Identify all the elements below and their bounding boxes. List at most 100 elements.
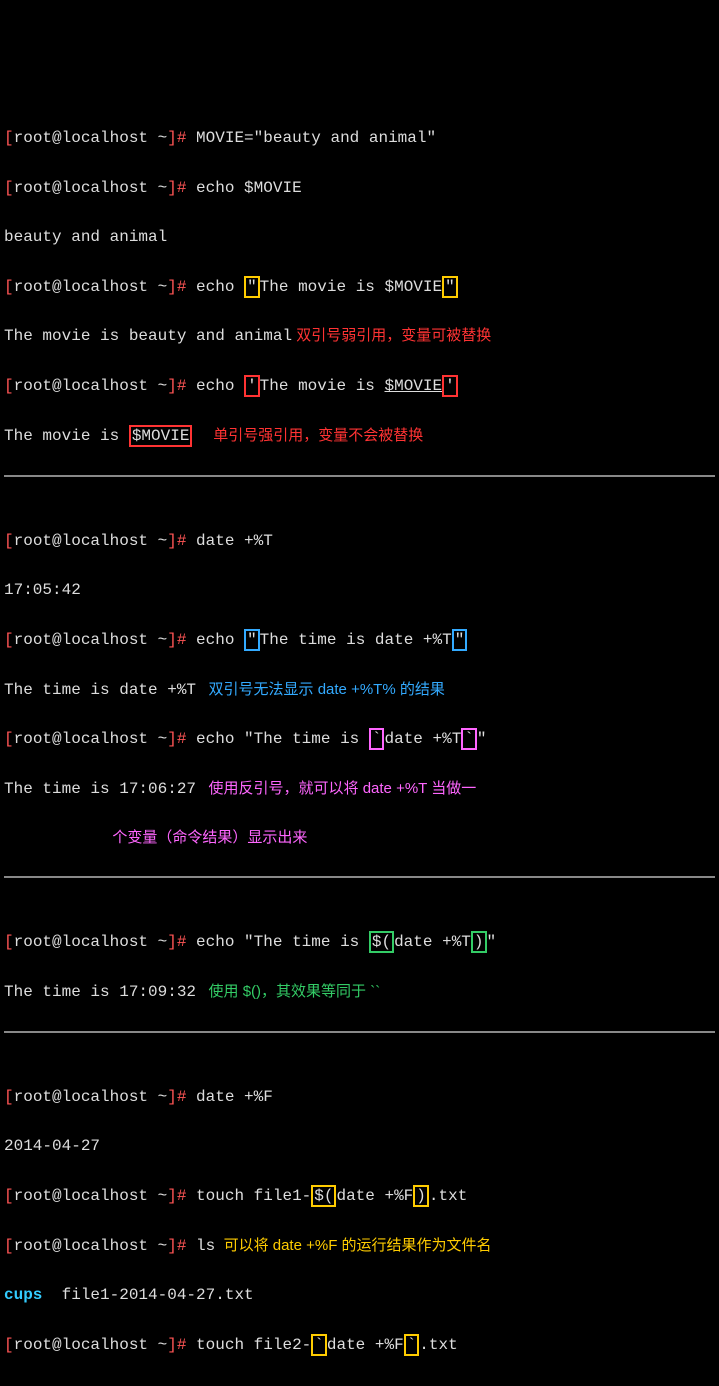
terminal-line: [root@localhost ~]# echo "The time is da… <box>4 628 715 653</box>
terminal-line: cups file1-2014-04-27.txt <box>4 1283 715 1308</box>
backtick-open: ` <box>311 1334 327 1356</box>
terminal-line: [root@localhost ~]# touch file1-$(date +… <box>4 1184 715 1209</box>
command: " <box>477 730 487 748</box>
prompt-user: root@localhost ~ <box>14 933 168 951</box>
unexpanded-variable: $MOVIE <box>129 425 193 447</box>
terminal-line: [root@localhost ~]# ls <box>4 1382 715 1386</box>
prompt-bracket: [ <box>4 933 14 951</box>
prompt-bracket: ]# <box>167 933 196 951</box>
prompt-user: root@localhost ~ <box>14 1336 168 1354</box>
dollar-paren-close: ) <box>471 931 487 953</box>
single-quote-close: ' <box>442 375 458 397</box>
output: The movie is beauty and animal <box>4 327 292 345</box>
command: echo "The time is <box>196 933 369 951</box>
prompt-bracket: ]# <box>167 532 196 550</box>
double-quote-open: " <box>244 276 260 298</box>
command: ls <box>196 1385 215 1386</box>
annotation-filename: 可以将 date +%F 的运行结果作为文件名 <box>215 1237 491 1254</box>
terminal-line: [root@localhost ~]# echo "The time is `d… <box>4 727 715 752</box>
terminal-line: [root@localhost ~]# touch file2-`date +%… <box>4 1333 715 1358</box>
annotation-double-quote: 双引号无法显示 date +%T% 的结果 <box>196 681 445 698</box>
annotation-weak-quote: 双引号弱引用，变量可被替换 <box>292 327 491 344</box>
command: date +%T <box>384 730 461 748</box>
command: The time is date +%T <box>260 631 452 649</box>
command: echo $MOVIE <box>196 179 302 197</box>
dollar-paren-open: $( <box>369 931 394 953</box>
terminal-line: [root@localhost ~]# echo "The movie is $… <box>4 275 715 300</box>
ls-output: file1-2014-04-27.txt <box>42 1286 253 1304</box>
terminal-line: [root@localhost ~]# date +%F <box>4 1085 715 1110</box>
terminal-line: [root@localhost ~]# MOVIE="beauty and an… <box>4 126 715 151</box>
ls-dir: cups <box>4 1286 42 1304</box>
prompt-bracket: ]# <box>167 129 196 147</box>
annotation-backtick: 使用反引号，就可以将 date +%T 当做一 <box>196 780 476 797</box>
prompt-bracket: ]# <box>167 377 196 395</box>
prompt-user: root@localhost ~ <box>14 1385 168 1386</box>
command: The movie is $MOVIE <box>260 278 442 296</box>
prompt-bracket: ]# <box>167 1385 196 1386</box>
prompt-bracket: ]# <box>167 179 196 197</box>
command: date +%F <box>196 1088 273 1106</box>
prompt-bracket: ]# <box>167 631 196 649</box>
prompt-user: root@localhost ~ <box>14 179 168 197</box>
command: date +%T <box>196 532 273 550</box>
prompt-user: root@localhost ~ <box>14 730 168 748</box>
prompt-bracket: ]# <box>167 1088 196 1106</box>
separator <box>4 1031 715 1033</box>
output-line: 17:05:42 <box>4 578 715 603</box>
separator <box>4 475 715 477</box>
terminal-line: [root@localhost ~]# date +%T <box>4 529 715 554</box>
command: ls <box>196 1237 215 1255</box>
dollar-paren-open: $( <box>311 1185 336 1207</box>
command: echo <box>196 377 244 395</box>
double-quote-open: " <box>244 629 260 651</box>
prompt-bracket: ]# <box>167 1237 196 1255</box>
terminal-line: The time is 17:06:27 使用反引号，就可以将 date +%T… <box>4 777 715 802</box>
output: The time is date +%T <box>4 681 196 699</box>
prompt-bracket: [ <box>4 179 14 197</box>
prompt-bracket: [ <box>4 1385 14 1386</box>
terminal-line: The movie is beauty and animal 双引号弱引用，变量… <box>4 324 715 349</box>
prompt-bracket: [ <box>4 278 14 296</box>
prompt-bracket: ]# <box>167 730 196 748</box>
terminal-line: The movie is $MOVIE 单引号强引用，变量不会被替换 <box>4 424 715 449</box>
command: date +%F <box>327 1336 404 1354</box>
command: touch file2- <box>196 1336 311 1354</box>
double-quote-close: " <box>452 629 468 651</box>
prompt-user: root@localhost ~ <box>14 1237 168 1255</box>
output-line: 2014-04-27 <box>4 1134 715 1159</box>
dollar-paren-close: ) <box>413 1185 429 1207</box>
command: touch file1- <box>196 1187 311 1205</box>
command: .txt <box>429 1187 467 1205</box>
output: The movie is <box>4 427 129 445</box>
prompt-user: root@localhost ~ <box>14 1088 168 1106</box>
prompt-user: root@localhost ~ <box>14 278 168 296</box>
output: The time is 17:06:27 <box>4 780 196 798</box>
variable: $MOVIE <box>385 377 443 395</box>
prompt-bracket: ]# <box>167 278 196 296</box>
backtick-close: ` <box>461 728 477 750</box>
terminal-line: The time is date +%T 双引号无法显示 date +%T% 的… <box>4 678 715 703</box>
annotation-strong-quote: 单引号强引用，变量不会被替换 <box>192 427 423 444</box>
prompt-bracket: [ <box>4 129 14 147</box>
command: " <box>487 933 497 951</box>
prompt-user: root@localhost ~ <box>14 532 168 550</box>
annotation-dollar-paren: 使用 $()，其效果等同于 `` <box>196 983 380 1000</box>
prompt-user: root@localhost ~ <box>14 631 168 649</box>
output: The time is 17:09:32 <box>4 983 196 1001</box>
prompt-bracket: [ <box>4 377 14 395</box>
command: echo <box>196 631 244 649</box>
prompt-bracket: [ <box>4 631 14 649</box>
command: The movie is <box>260 377 385 395</box>
command: echo <box>196 278 244 296</box>
command: MOVIE="beauty and animal" <box>196 129 436 147</box>
prompt-bracket: [ <box>4 1336 14 1354</box>
command: echo "The time is <box>196 730 369 748</box>
prompt-bracket: ]# <box>167 1336 196 1354</box>
prompt-bracket: [ <box>4 1237 14 1255</box>
prompt-bracket: [ <box>4 730 14 748</box>
separator <box>4 876 715 878</box>
prompt-user: root@localhost ~ <box>14 129 168 147</box>
annotation-backtick-cont: 个变量（命令结果）显示出来 <box>4 826 715 849</box>
prompt-user: root@localhost ~ <box>14 377 168 395</box>
